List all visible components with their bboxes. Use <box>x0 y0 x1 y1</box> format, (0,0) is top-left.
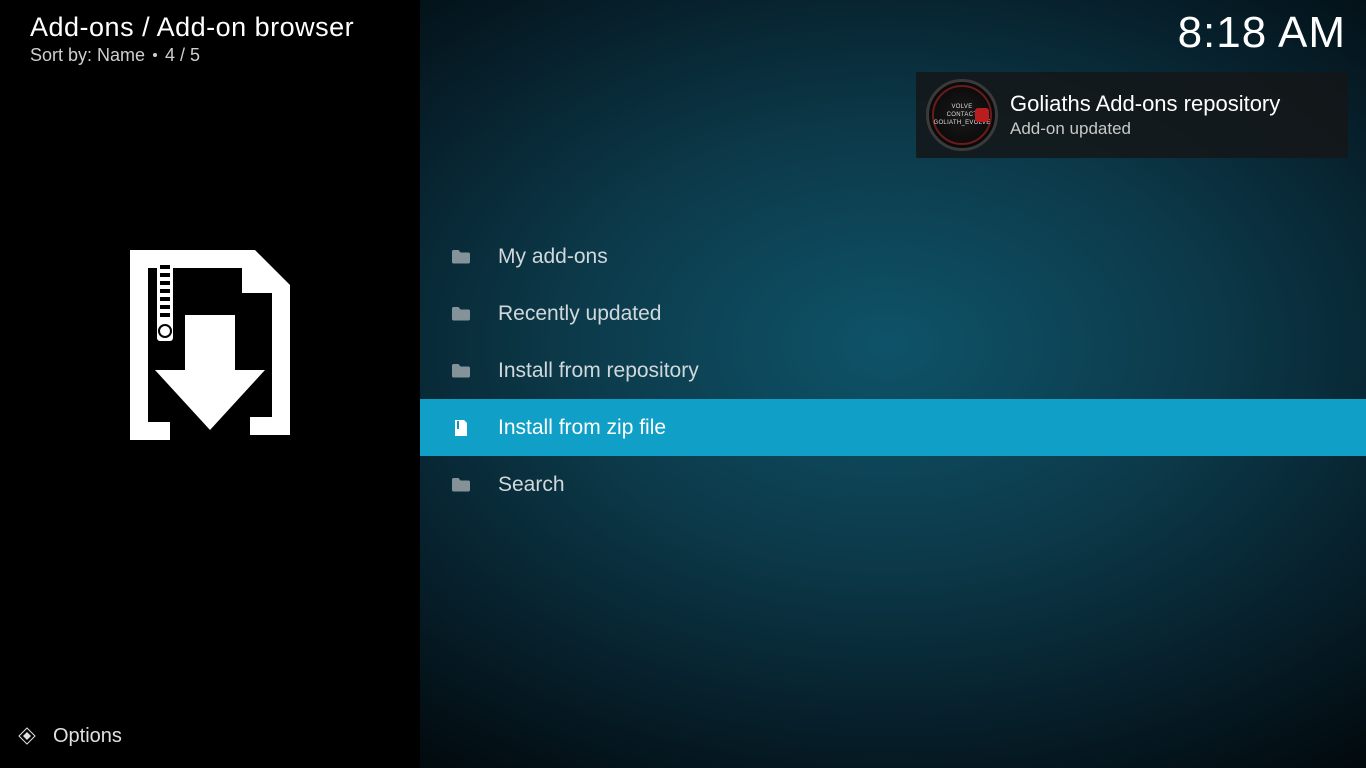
sidebar-graphic <box>0 0 420 724</box>
notification-subtitle: Add-on updated <box>1010 119 1280 139</box>
folder-icon <box>450 246 472 268</box>
options-icon <box>15 724 39 748</box>
menu-item-install-from-zip-file[interactable]: Install from zip file <box>420 399 1366 456</box>
notification-title: Goliaths Add-ons repository <box>1010 91 1280 117</box>
menu-item-search[interactable]: Search <box>420 456 1366 513</box>
notif-icon-badge <box>975 108 989 122</box>
menu-item-label: Install from zip file <box>498 416 666 440</box>
menu-item-my-add-ons[interactable]: My add-ons <box>420 228 1366 285</box>
menu-item-label: My add-ons <box>498 245 608 269</box>
zip-download-icon <box>115 245 305 445</box>
notification-addon-icon: VOLVE CONTACT GOLIATH_EVOLVE <box>926 79 998 151</box>
notification-text: Goliaths Add-ons repository Add-on updat… <box>1010 91 1280 139</box>
notification-toast: VOLVE CONTACT GOLIATH_EVOLVE Goliaths Ad… <box>916 72 1348 158</box>
menu-item-label: Install from repository <box>498 359 699 383</box>
folder-icon <box>450 360 472 382</box>
folder-icon <box>450 474 472 496</box>
clock: 8:18 AM <box>1178 8 1346 58</box>
sidebar: Add-ons / Add-on browser Sort by: Name4 … <box>0 0 420 768</box>
menu-item-label: Recently updated <box>498 302 661 326</box>
folder-icon <box>450 303 472 325</box>
menu-item-label: Search <box>498 473 565 497</box>
main-menu: My add-ons Recently updated Install from r… <box>420 228 1366 513</box>
zip-file-icon <box>450 417 472 439</box>
options-label: Options <box>53 725 122 748</box>
options-button[interactable]: Options <box>0 724 420 768</box>
menu-item-recently-updated[interactable]: Recently updated <box>420 285 1366 342</box>
menu-item-install-from-repository[interactable]: Install from repository <box>420 342 1366 399</box>
